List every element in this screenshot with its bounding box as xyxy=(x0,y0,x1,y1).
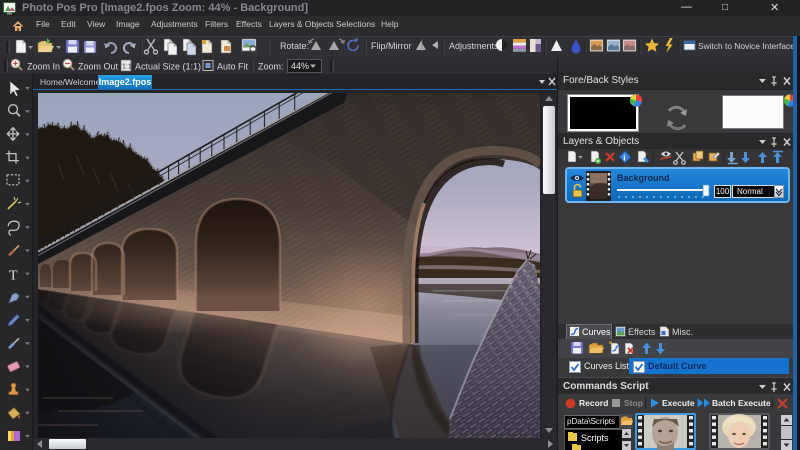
svg-text:Adjustments:: Adjustments: xyxy=(449,41,501,51)
svg-text:Rotate:: Rotate: xyxy=(280,41,309,51)
svg-text:1:1: 1:1 xyxy=(122,64,132,71)
svg-text:44%: 44% xyxy=(291,61,309,71)
svg-text:Auto Fit: Auto Fit xyxy=(217,62,249,72)
svg-text:Scripts: Scripts xyxy=(581,433,609,443)
svg-text:Zoom:: Zoom: xyxy=(258,62,284,72)
svg-text:Switch to Novice Interface: Switch to Novice Interface xyxy=(698,41,795,51)
svg-text:i: i xyxy=(623,154,625,163)
svg-text:Actual Size (1:1): Actual Size (1:1) xyxy=(135,62,201,72)
svg-text:Flip/Mirror: Flip/Mirror xyxy=(371,41,412,51)
svg-text:T: T xyxy=(9,269,18,284)
svg-text:Zoom In: Zoom In xyxy=(27,62,60,72)
svg-text:Zoom Out: Zoom Out xyxy=(78,62,119,72)
